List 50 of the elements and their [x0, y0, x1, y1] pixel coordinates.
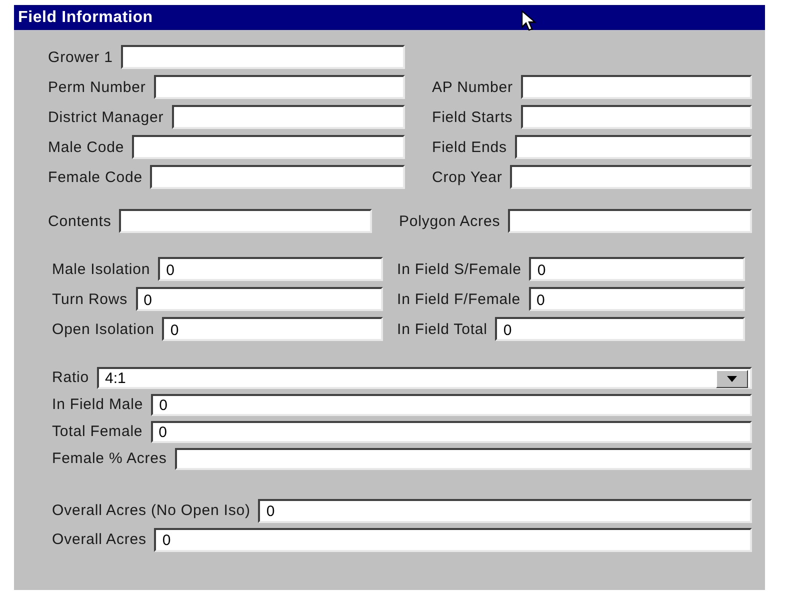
input-field[interactable]: 0 — [158, 257, 383, 281]
field-label: Overall Acres (No Open Iso) — [52, 502, 250, 519]
input-field[interactable] — [120, 45, 405, 69]
field-label: Overall Acres — [52, 531, 146, 548]
input-field[interactable] — [132, 135, 405, 159]
dropdown[interactable]: 4:1 — [97, 366, 752, 388]
input-field[interactable] — [154, 75, 405, 99]
field-label: In Field Male — [52, 396, 144, 413]
field-label: Polygon Acres — [399, 212, 500, 230]
input-field[interactable]: 0 — [495, 317, 745, 341]
input-field[interactable]: 0 — [151, 394, 752, 416]
caret-icon — [727, 376, 737, 382]
field-label: Grower 1 — [48, 48, 113, 66]
pointer-icon — [521, 10, 539, 32]
input-field[interactable]: 0 — [136, 287, 383, 311]
input-field[interactable]: 0 — [150, 420, 752, 442]
input-field[interactable]: 0 — [528, 287, 745, 311]
field-label: In Field F/Female — [397, 290, 521, 308]
field-label: In Field S/Female — [397, 260, 522, 278]
input-field[interactable]: 0 — [258, 498, 752, 522]
input-field[interactable] — [520, 75, 752, 99]
field-label: District Manager — [48, 108, 164, 126]
input-field[interactable] — [514, 135, 752, 159]
input-field[interactable]: 0 — [529, 257, 745, 281]
dropdown-button[interactable] — [716, 370, 748, 388]
field-label: Turn Rows — [52, 290, 128, 308]
input-field[interactable] — [510, 165, 752, 189]
field-label: Field Starts — [432, 108, 513, 126]
field-label: Female % Acres — [52, 450, 167, 467]
field-label: In Field Total — [397, 320, 488, 338]
field-label: Contents — [48, 212, 112, 230]
field-label: Female Code — [48, 168, 142, 186]
field-label: Crop Year — [432, 168, 502, 186]
window-title: Field Information — [18, 8, 153, 26]
field-label: Total Female — [52, 423, 143, 440]
input-field[interactable] — [508, 209, 752, 233]
field-label: Open Isolation — [52, 320, 154, 338]
field-label: AP Number — [432, 78, 513, 96]
input-field[interactable]: 0 — [162, 317, 383, 341]
input-field[interactable] — [119, 209, 372, 233]
field-label: Male Code — [48, 138, 124, 156]
input-field[interactable] — [150, 165, 405, 189]
input-field[interactable] — [172, 105, 405, 129]
field-label: Field Ends — [432, 138, 507, 156]
input-field[interactable] — [520, 105, 752, 129]
input-field[interactable] — [174, 448, 752, 470]
field-label: Ratio — [52, 369, 90, 386]
input-field[interactable]: 0 — [154, 528, 752, 552]
field-label: Perm Number — [48, 78, 146, 96]
field-label: Male Isolation — [52, 260, 150, 278]
